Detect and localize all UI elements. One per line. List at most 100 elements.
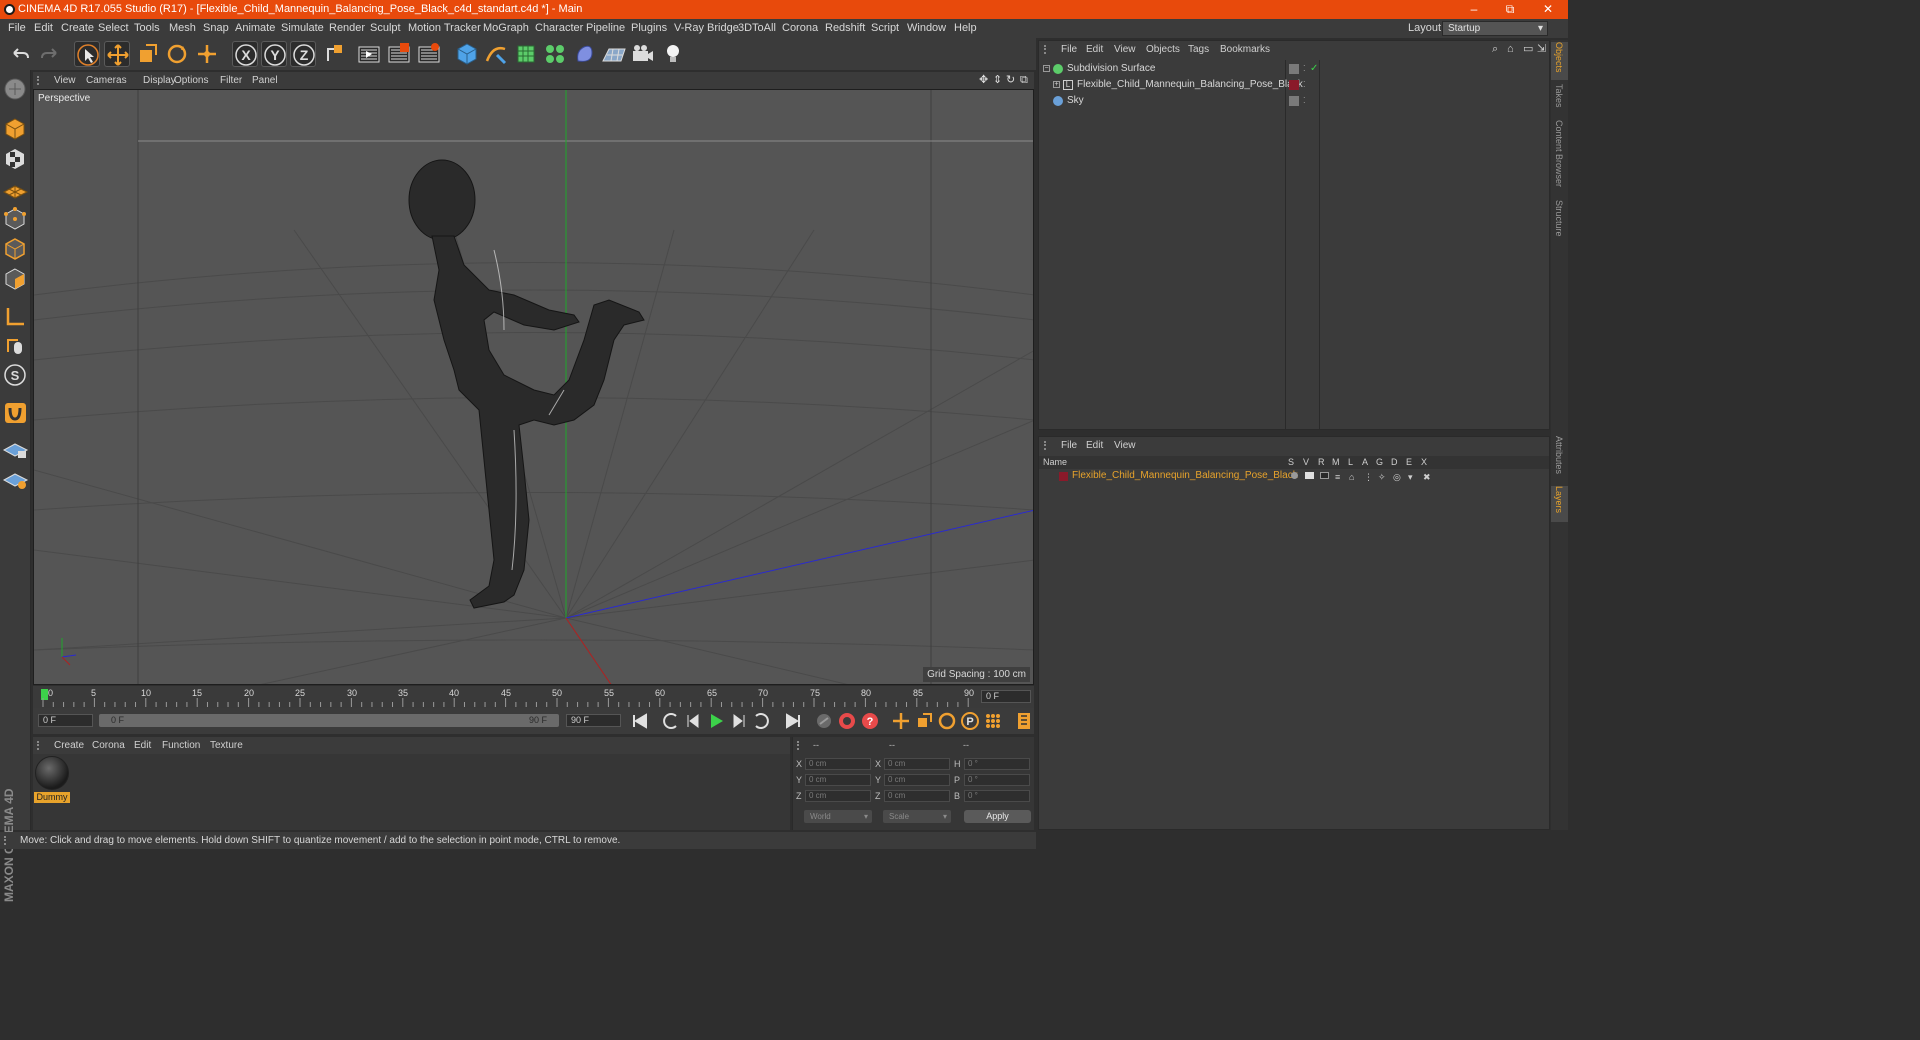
column-solo[interactable]: S: [1288, 456, 1294, 469]
frame-range-slider[interactable]: 0 F 90 F: [99, 714, 559, 727]
coordinate-system-button[interactable]: [322, 41, 348, 67]
column-deformers[interactable]: D: [1391, 456, 1398, 469]
tab-attributes[interactable]: Attributes: [1551, 436, 1568, 482]
next-keyframe-button[interactable]: [751, 711, 771, 731]
menu-3dtoall[interactable]: 3DToAll: [738, 19, 776, 38]
cloner-button[interactable]: [542, 41, 568, 67]
visibility-dots-icon[interactable]: ⁚: [1303, 77, 1306, 93]
render-icon[interactable]: [1320, 472, 1329, 479]
pos-y-field[interactable]: 0 cm: [805, 774, 871, 786]
column-animation[interactable]: A: [1362, 456, 1368, 469]
key-rotation-button[interactable]: [937, 711, 957, 731]
material-menu-create[interactable]: Create: [54, 737, 84, 754]
size-y-field[interactable]: 0 cm: [884, 774, 950, 786]
material-menu-function[interactable]: Function: [162, 737, 200, 754]
object-menu-view[interactable]: View: [1114, 41, 1136, 58]
viewport-maximize-icon[interactable]: ⧉: [1020, 72, 1028, 89]
timeline-ruler[interactable]: 0 5 10 15 20 25 30 35 40 45 50 55 60 65 …: [33, 686, 1034, 708]
viewport-menu-options[interactable]: Options: [174, 72, 208, 89]
subdivision-surface-button[interactable]: [513, 41, 539, 67]
autokeying-button[interactable]: ?: [860, 711, 880, 731]
material-preview-swatch[interactable]: [35, 756, 69, 790]
material-menu-texture[interactable]: Texture: [210, 737, 243, 754]
rot-h-field[interactable]: 0 °: [964, 758, 1030, 770]
object-row-mannequin[interactable]: + L Flexible_Child_Mannequin_Balancing_P…: [1039, 77, 1549, 93]
render-settings-button[interactable]: [416, 41, 442, 67]
model-mode-button[interactable]: [2, 116, 29, 142]
y-axis-lock-button[interactable]: Y: [261, 41, 287, 67]
lock-workplane-button[interactable]: [2, 436, 29, 462]
move-tool-button[interactable]: [104, 41, 130, 67]
size-z-field[interactable]: 0 cm: [884, 790, 950, 802]
object-menu-edit[interactable]: Edit: [1086, 41, 1103, 58]
workplane-mode-button[interactable]: [2, 176, 29, 202]
key-parameter-button[interactable]: P: [960, 711, 980, 731]
tab-structure[interactable]: Structure: [1551, 200, 1568, 242]
size-x-field[interactable]: 0 cm: [884, 758, 950, 770]
object-row-subdivision-surface[interactable]: − Subdivision Surface ⁚ ✓: [1039, 61, 1549, 77]
menu-script[interactable]: Script: [871, 19, 899, 38]
layout-dropdown[interactable]: Startup ▾: [1442, 21, 1548, 36]
home-icon[interactable]: ⌂: [1507, 41, 1514, 58]
layer-toggle-icon[interactable]: [1289, 64, 1299, 74]
menu-simulate[interactable]: Simulate: [281, 19, 324, 38]
snap-button[interactable]: S: [2, 362, 29, 388]
menu-snap[interactable]: Snap: [203, 19, 229, 38]
motion-record-button[interactable]: [814, 711, 834, 731]
planar-workplane-button[interactable]: [2, 466, 29, 492]
menu-window[interactable]: Window: [907, 19, 946, 38]
go-to-end-button[interactable]: [783, 711, 803, 731]
menu-corona[interactable]: Corona: [782, 19, 818, 38]
previous-keyframe-button[interactable]: [661, 711, 681, 731]
points-mode-button[interactable]: [2, 206, 29, 232]
viewport-menu-panel[interactable]: Panel: [252, 72, 278, 89]
start-frame-field[interactable]: 0 F: [38, 714, 93, 727]
object-menu-objects[interactable]: Objects: [1146, 41, 1180, 58]
column-locked[interactable]: L: [1348, 456, 1353, 469]
rot-b-field[interactable]: 0 °: [964, 790, 1030, 802]
apply-button[interactable]: Apply: [964, 810, 1031, 823]
floor-button[interactable]: [601, 41, 627, 67]
render-view-button[interactable]: [356, 41, 382, 67]
tab-objects[interactable]: Objects: [1551, 42, 1568, 80]
x-axis-lock-button[interactable]: X: [232, 41, 258, 67]
object-menu-bookmarks[interactable]: Bookmarks: [1220, 41, 1270, 58]
maximize-button[interactable]: ⧉: [1492, 0, 1528, 19]
layer-menu-file[interactable]: File: [1061, 437, 1077, 454]
viewport-menu-cameras[interactable]: Cameras: [86, 72, 127, 89]
cube-primitive-button[interactable]: [454, 41, 480, 67]
column-xref[interactable]: X: [1421, 456, 1427, 469]
viewport-menu-view[interactable]: View: [54, 72, 76, 89]
polygons-mode-button[interactable]: [2, 266, 29, 292]
material-menu-corona[interactable]: Corona: [92, 737, 125, 754]
z-axis-lock-button[interactable]: Z: [290, 41, 316, 67]
next-frame-button[interactable]: [728, 711, 748, 731]
check-icon[interactable]: ✓: [1310, 61, 1318, 77]
redo-button[interactable]: [37, 41, 63, 67]
play-button[interactable]: [706, 711, 726, 731]
visibility-dots-icon[interactable]: ⁚: [1303, 61, 1306, 77]
viewport-menu-display[interactable]: Display: [143, 72, 176, 89]
new-view-icon[interactable]: ▭: [1523, 41, 1533, 58]
viewport-rotate-icon[interactable]: ↻: [1006, 72, 1015, 89]
menu-file[interactable]: File: [8, 19, 26, 38]
menu-redshift[interactable]: Redshift: [825, 19, 865, 38]
transform-tool-button[interactable]: [194, 41, 220, 67]
current-frame-field[interactable]: 0 F: [981, 690, 1031, 703]
viewport-menu-filter[interactable]: Filter: [220, 72, 242, 89]
coordinate-space-dropdown[interactable]: World ▾: [804, 810, 872, 823]
column-expressions[interactable]: E: [1406, 456, 1412, 469]
tab-layers[interactable]: Layers: [1551, 486, 1568, 522]
layer-name[interactable]: Flexible_Child_Mannequin_Balancing_Pose_…: [1072, 469, 1298, 483]
edges-mode-button[interactable]: [2, 236, 29, 262]
camera-button[interactable]: [630, 41, 656, 67]
tab-takes[interactable]: Takes: [1551, 84, 1568, 116]
live-selection-button[interactable]: [74, 41, 100, 67]
menu-animate[interactable]: Animate: [235, 19, 275, 38]
pen-spline-button[interactable]: [483, 41, 509, 67]
rotate-tool-button[interactable]: [164, 41, 190, 67]
tab-content-browser[interactable]: Content Browser: [1551, 120, 1568, 196]
layer-menu-view[interactable]: View: [1114, 437, 1136, 454]
rot-p-field[interactable]: 0 °: [964, 774, 1030, 786]
menu-vray-bridge[interactable]: V-Ray Bridge: [674, 19, 739, 38]
